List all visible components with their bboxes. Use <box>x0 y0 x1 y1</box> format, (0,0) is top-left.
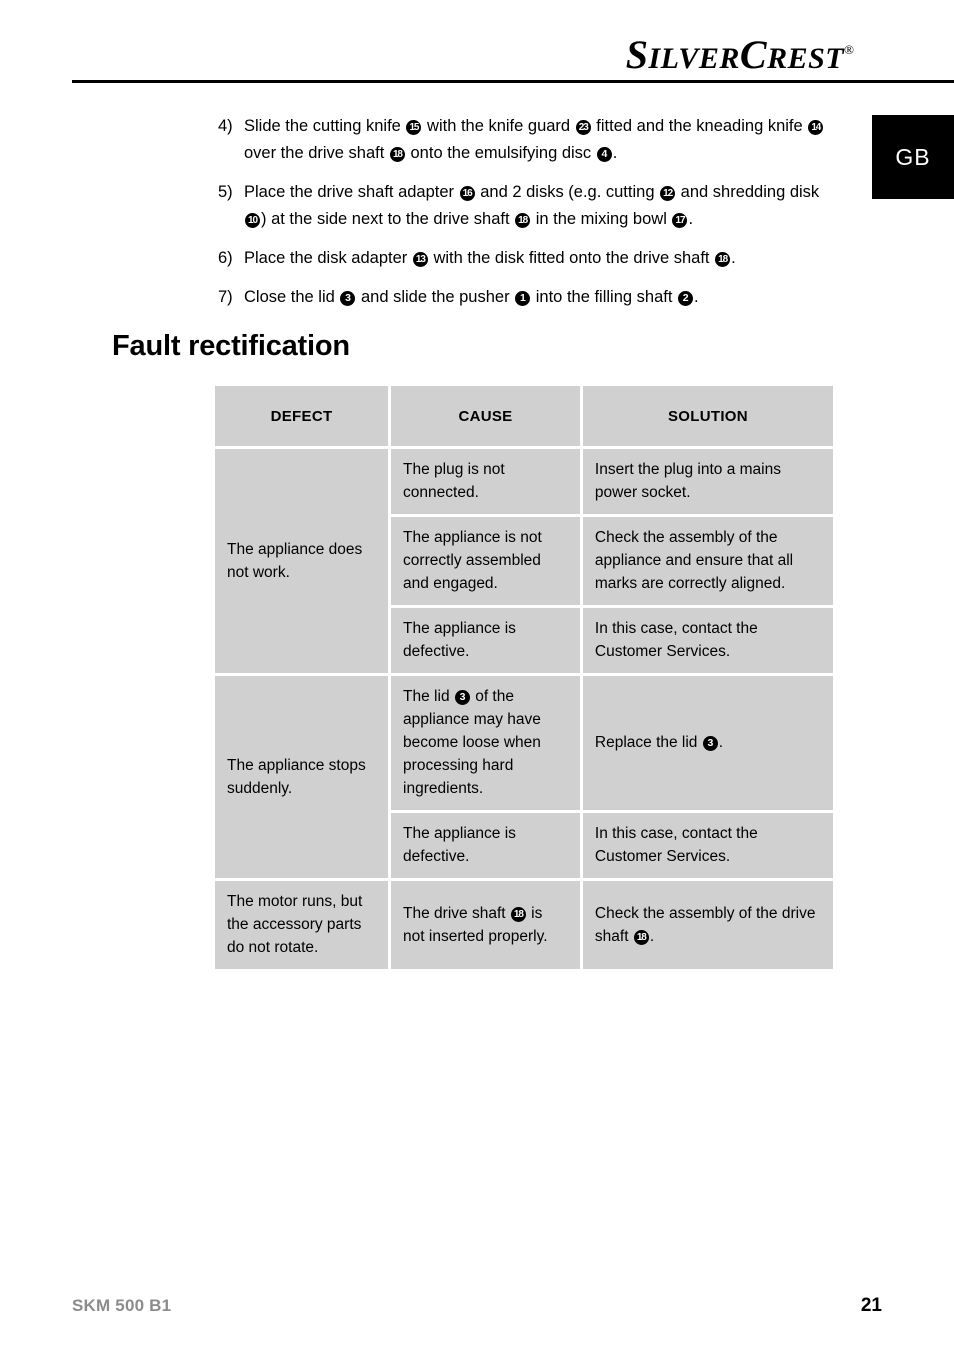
table-header-row: DEFECT CAUSE SOLUTION <box>215 386 833 446</box>
reference-badge-18: 18 <box>715 252 731 267</box>
cell-solution: Check the assembly of the appliance and … <box>582 517 833 605</box>
cell-solution: Insert the plug into a mains power socke… <box>582 449 833 514</box>
cell-cause: The drive shaft 18 is not inserted prope… <box>391 881 580 969</box>
reference-badge-16: 16 <box>459 186 475 201</box>
instruction-step: 4) Slide the cutting knife 15 with the kn… <box>218 113 838 167</box>
fault-rectification-table: DEFECT CAUSE SOLUTION The appliance does… <box>212 383 836 972</box>
column-header-defect: DEFECT <box>215 386 389 446</box>
language-tab-gb: GB <box>872 115 954 199</box>
cell-cause: The appliance is defective. <box>391 608 580 673</box>
step-text: Place the drive shaft adapter 16 and 2 d… <box>244 183 820 228</box>
footer-page-number: 21 <box>860 1295 882 1316</box>
cell-cause: The plug is not connected. <box>391 449 580 514</box>
column-header-solution: SOLUTION <box>582 386 833 446</box>
reference-badge-1: 1 <box>515 291 531 306</box>
reference-badge-2: 2 <box>678 291 694 306</box>
table-header: DEFECT CAUSE SOLUTION <box>215 386 833 446</box>
logo-text-rest: REST <box>767 42 845 75</box>
language-tab-label: GB <box>895 143 931 170</box>
reference-badge-23: 23 <box>575 120 591 135</box>
silvercrest-logo: SILVERCREST® <box>626 28 854 81</box>
logo-letter-s: S <box>625 32 649 77</box>
step-number: 4) <box>218 117 233 135</box>
cell-solution: In this case, contact the Customer Servi… <box>582 813 833 878</box>
page-title: Fault rectification <box>112 330 350 362</box>
reference-badge-18: 18 <box>389 147 405 162</box>
logo-letter-c: C <box>739 32 768 77</box>
column-header-cause: CAUSE <box>391 386 580 446</box>
cell-solution: Replace the lid 3. <box>582 676 833 810</box>
brand-logo-container: SILVERCREST® <box>0 28 954 77</box>
reference-badge-4: 4 <box>596 147 612 162</box>
cell-defect: The motor runs, but the accessory parts … <box>215 881 389 969</box>
registered-trademark-icon: ® <box>844 42 854 57</box>
reference-badge-3: 3 <box>702 736 718 751</box>
page-footer: SKM 500 B1 21 <box>72 1295 882 1317</box>
step-text: Slide the cutting knife 15 with the knif… <box>244 117 824 162</box>
step-number: 6) <box>218 249 233 267</box>
instruction-step-list: 4) Slide the cutting knife 15 with the kn… <box>218 113 838 323</box>
instruction-step: 6) Place the disk adapter 13 with the dis… <box>218 245 838 272</box>
cell-solution: In this case, contact the Customer Servi… <box>582 608 833 673</box>
table-row: The appliance does not work. The plug is … <box>215 449 833 673</box>
reference-badge-14: 14 <box>808 120 824 135</box>
footer-model-number: SKM 500 B1 <box>72 1296 172 1315</box>
logo-text-ilver: ILVER <box>648 42 740 75</box>
cell-solution: Check the assembly of the drive shaft 18… <box>582 881 833 969</box>
reference-badge-3: 3 <box>340 291 356 306</box>
reference-badge-3: 3 <box>454 690 470 705</box>
cell-cause: The appliance is defective. <box>391 813 580 878</box>
header-divider <box>72 80 954 83</box>
reference-badge-17: 17 <box>672 213 688 228</box>
table-row: The motor runs, but the accessory parts … <box>215 881 833 969</box>
cell-cause: The appliance is not correctly assembled… <box>391 517 580 605</box>
step-text: Close the lid 3 and slide the pusher 1 i… <box>244 288 699 306</box>
table-body: The appliance does not work. The plug is … <box>215 449 833 969</box>
table-row: The appliance stops suddenly. The lid 3 o… <box>215 676 833 878</box>
instruction-step: 5) Place the drive shaft adapter 16 and 2… <box>218 179 838 233</box>
reference-badge-18: 18 <box>515 213 531 228</box>
reference-badge-12: 12 <box>660 186 676 201</box>
step-number: 5) <box>218 183 233 201</box>
reference-badge-10: 10 <box>245 213 260 228</box>
step-text: Place the disk adapter 13 with the disk … <box>244 249 736 267</box>
reference-badge-18: 18 <box>633 929 649 945</box>
reference-badge-15: 15 <box>406 120 422 135</box>
cell-defect: The appliance does not work. <box>215 449 389 673</box>
reference-badge-18: 18 <box>510 906 526 922</box>
cell-cause: The lid 3 of the appliance may have beco… <box>391 676 580 810</box>
reference-badge-13: 13 <box>412 252 428 267</box>
instruction-step: 7) Close the lid 3 and slide the pusher 1… <box>218 284 838 311</box>
step-number: 7) <box>218 288 233 306</box>
cell-defect: The appliance stops suddenly. <box>215 676 389 878</box>
